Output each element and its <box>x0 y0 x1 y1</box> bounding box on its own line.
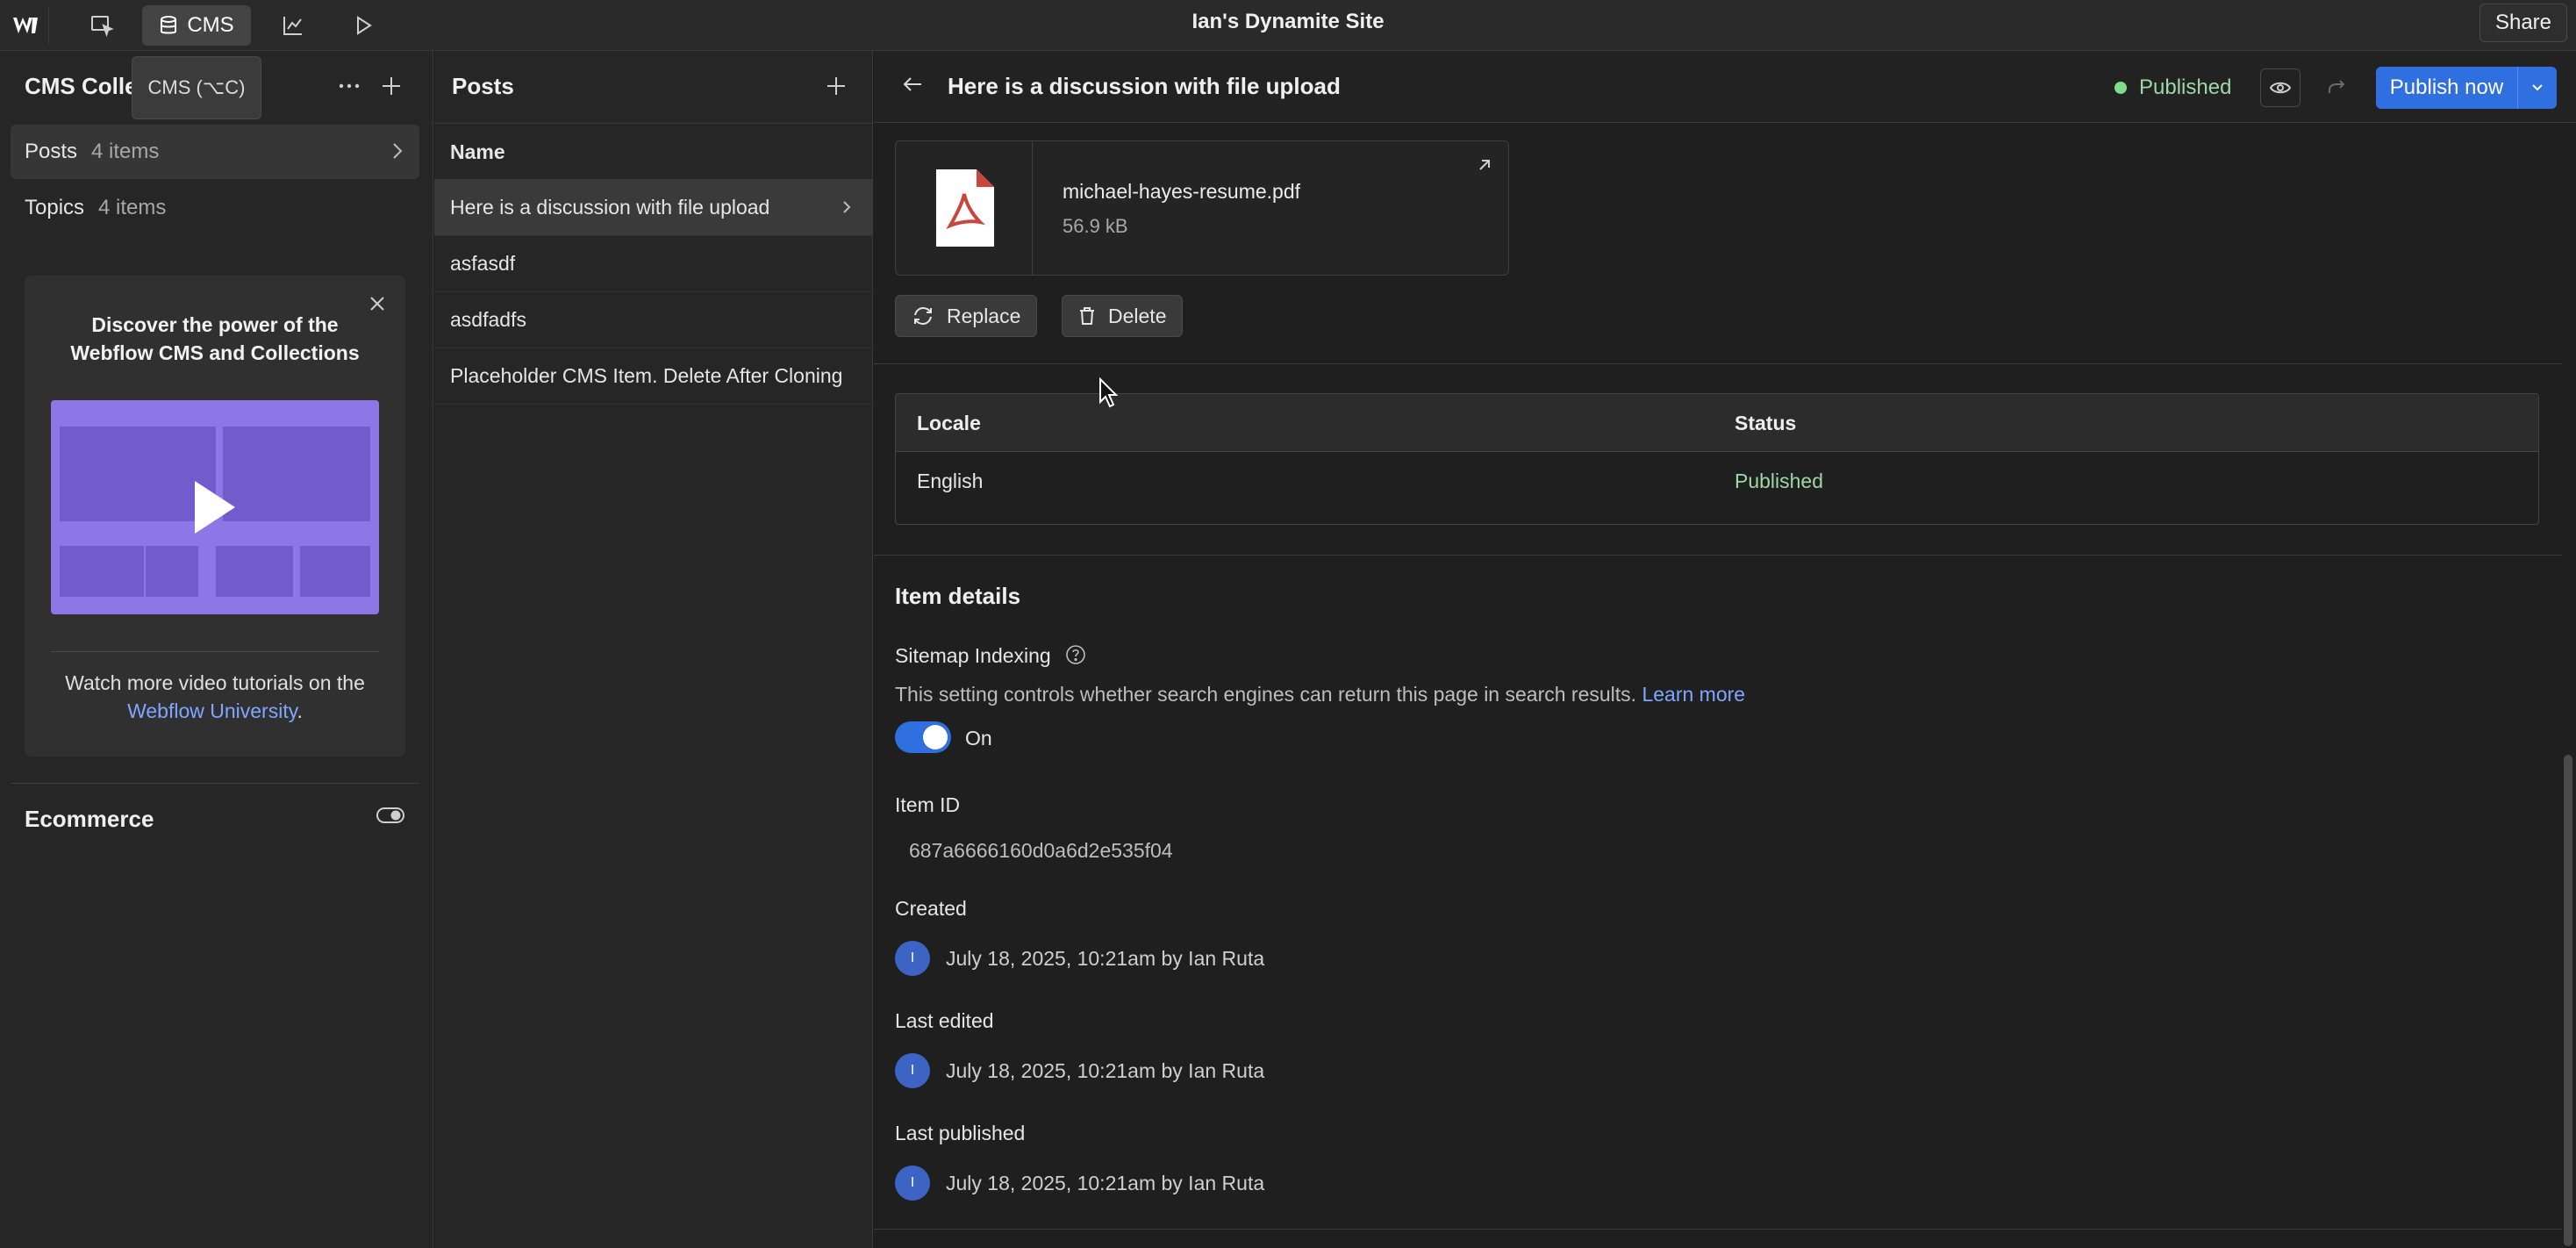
item-detail-panel: Here is a discussion with file upload Pu… <box>874 51 2576 1248</box>
item-details-title: Item details <box>895 583 1021 609</box>
scrollbar[interactable] <box>2564 755 2572 1246</box>
preview-eye-icon[interactable] <box>2260 68 2301 107</box>
back-arrow-icon[interactable] <box>900 72 925 101</box>
status-badge: Published <box>2139 75 2232 99</box>
mouse-cursor-icon <box>1098 377 1120 413</box>
created-label: Created <box>895 897 967 920</box>
pdf-file-icon <box>896 141 1033 275</box>
promo-text: Watch more video tutorials on the Webflo… <box>51 669 379 725</box>
sitemap-indexing-label: Sitemap Indexing <box>895 644 1086 671</box>
collection-name: Posts <box>25 140 78 163</box>
avatar: I <box>895 1053 930 1088</box>
add-collection-icon[interactable] <box>376 70 407 102</box>
ecommerce-toggle-icon[interactable] <box>376 806 405 829</box>
designer-icon[interactable] <box>81 5 123 46</box>
cms-tab[interactable]: CMS <box>142 5 251 46</box>
sitemap-label-text: Sitemap Indexing <box>895 644 1051 668</box>
avatar: I <box>895 941 930 976</box>
status-dot-icon <box>2114 82 2127 94</box>
post-name: asfasdf <box>450 252 516 275</box>
sitemap-toggle[interactable] <box>895 721 951 753</box>
status-header: Status <box>1735 412 1797 434</box>
locale-value: English <box>917 470 984 492</box>
posts-panel: Posts Name Here is a discussion with fil… <box>434 51 873 1248</box>
created-value: July 18, 2025, 10:21am by Ian Ruta <box>946 946 1265 970</box>
cms-tooltip: CMS (⌥C) <box>132 56 261 119</box>
file-size: 56.9 kB <box>1063 215 1128 237</box>
ecommerce-label: Ecommerce <box>25 806 154 832</box>
toggle-label: On <box>965 727 992 750</box>
chevron-right-icon <box>841 197 852 222</box>
name-column-header[interactable]: Name <box>450 140 505 164</box>
collection-name: Topics <box>25 196 85 219</box>
publish-now-button[interactable]: Publish now <box>2376 67 2557 109</box>
last-published-label: Last published <box>895 1122 1026 1144</box>
promo-divider <box>51 651 379 652</box>
locale-status: Published <box>1735 470 1824 492</box>
delete-label: Delete <box>1108 304 1167 327</box>
collection-count: 4 items <box>98 196 167 219</box>
post-row[interactable]: Placeholder CMS Item. Delete After Cloni… <box>434 348 873 405</box>
learn-more-link[interactable]: Learn more <box>1642 683 1745 706</box>
analytics-icon[interactable] <box>272 5 314 46</box>
site-title: Ian's Dynamite Site <box>1191 10 1385 33</box>
play-icon <box>195 481 235 534</box>
last-edited-row: I July 18, 2025, 10:21am by Ian Ruta <box>895 1053 1264 1088</box>
promo-title: Discover the power of the Webflow CMS an… <box>70 313 360 364</box>
collection-item-posts[interactable]: Posts 4 items <box>11 125 419 179</box>
share-button[interactable]: Share <box>2479 4 2567 42</box>
last-published-value: July 18, 2025, 10:21am by Ian Ruta <box>946 1171 1265 1194</box>
created-row: I July 18, 2025, 10:21am by Ian Ruta <box>895 941 1264 976</box>
post-row[interactable]: asdfadfs <box>434 292 873 348</box>
database-icon <box>161 16 177 34</box>
file-name: michael-hayes-resume.pdf <box>1063 180 1301 203</box>
webflow-university-link[interactable]: Webflow University <box>127 699 297 722</box>
chevron-right-icon <box>391 140 404 168</box>
add-item-icon[interactable] <box>820 70 852 102</box>
cms-sidebar: CMS Collections Posts 4 items Topics 4 i… <box>0 51 433 1248</box>
sitemap-help: This setting controls whether search eng… <box>895 683 1637 706</box>
sitemap-help-text: This setting controls whether search eng… <box>895 683 1745 706</box>
publish-now-label: Publish now <box>2376 67 2518 109</box>
last-edited-value: July 18, 2025, 10:21am by Ian Ruta <box>946 1058 1265 1082</box>
replace-label: Replace <box>947 304 1021 327</box>
replace-button[interactable]: Replace <box>895 295 1038 337</box>
locale-table: Locale Status English Published <box>895 393 2539 525</box>
top-bar: CMS Ian's Dynamite Site Share <box>0 0 2576 51</box>
post-row[interactable]: asfasdf <box>434 236 873 292</box>
more-options-icon[interactable] <box>333 70 365 102</box>
collection-count: 4 items <box>91 140 160 163</box>
last-published-row: I July 18, 2025, 10:21am by Ian Ruta <box>895 1166 1264 1201</box>
avatar: I <box>895 1166 930 1201</box>
open-external-icon[interactable] <box>1477 157 1492 177</box>
posts-panel-title: Posts <box>452 73 514 99</box>
file-card: michael-hayes-resume.pdf 56.9 kB <box>895 140 1509 276</box>
chevron-down-icon[interactable] <box>2518 82 2557 93</box>
item-id-label: Item ID <box>895 793 961 816</box>
promo-text-suffix: . <box>297 699 303 722</box>
post-name: Placeholder CMS Item. Delete After Cloni… <box>450 364 843 387</box>
trash-icon <box>1078 306 1096 326</box>
delete-button[interactable]: Delete <box>1062 295 1184 337</box>
cms-promo-card: Discover the power of the Webflow CMS an… <box>25 276 405 757</box>
play-preview-icon[interactable] <box>342 5 384 46</box>
promo-video[interactable] <box>51 400 379 614</box>
help-circle-icon[interactable] <box>1065 644 1086 671</box>
item-id-value: 687a6666160d0a6d2e535f04 <box>909 839 1173 862</box>
locale-header: Locale <box>917 412 981 434</box>
cms-tab-label: CMS <box>187 13 234 37</box>
last-edited-label: Last edited <box>895 1009 994 1032</box>
collection-item-topics[interactable]: Topics 4 items <box>11 181 419 235</box>
locale-table-header: Locale Status <box>896 394 2538 452</box>
detail-header: Here is a discussion with file upload Pu… <box>874 51 2576 123</box>
post-name: Here is a discussion with file upload <box>450 196 770 219</box>
redo-icon[interactable] <box>2316 68 2357 107</box>
sidebar-divider <box>11 783 419 784</box>
post-name: asdfadfs <box>450 308 526 331</box>
item-title: Here is a discussion with file upload <box>948 73 1341 99</box>
refresh-icon <box>912 306 934 326</box>
webflow-logo-icon[interactable] <box>5 7 49 44</box>
promo-text-prefix: Watch more video tutorials on the <box>65 671 365 694</box>
post-row[interactable]: Here is a discussion with file upload <box>434 180 873 236</box>
